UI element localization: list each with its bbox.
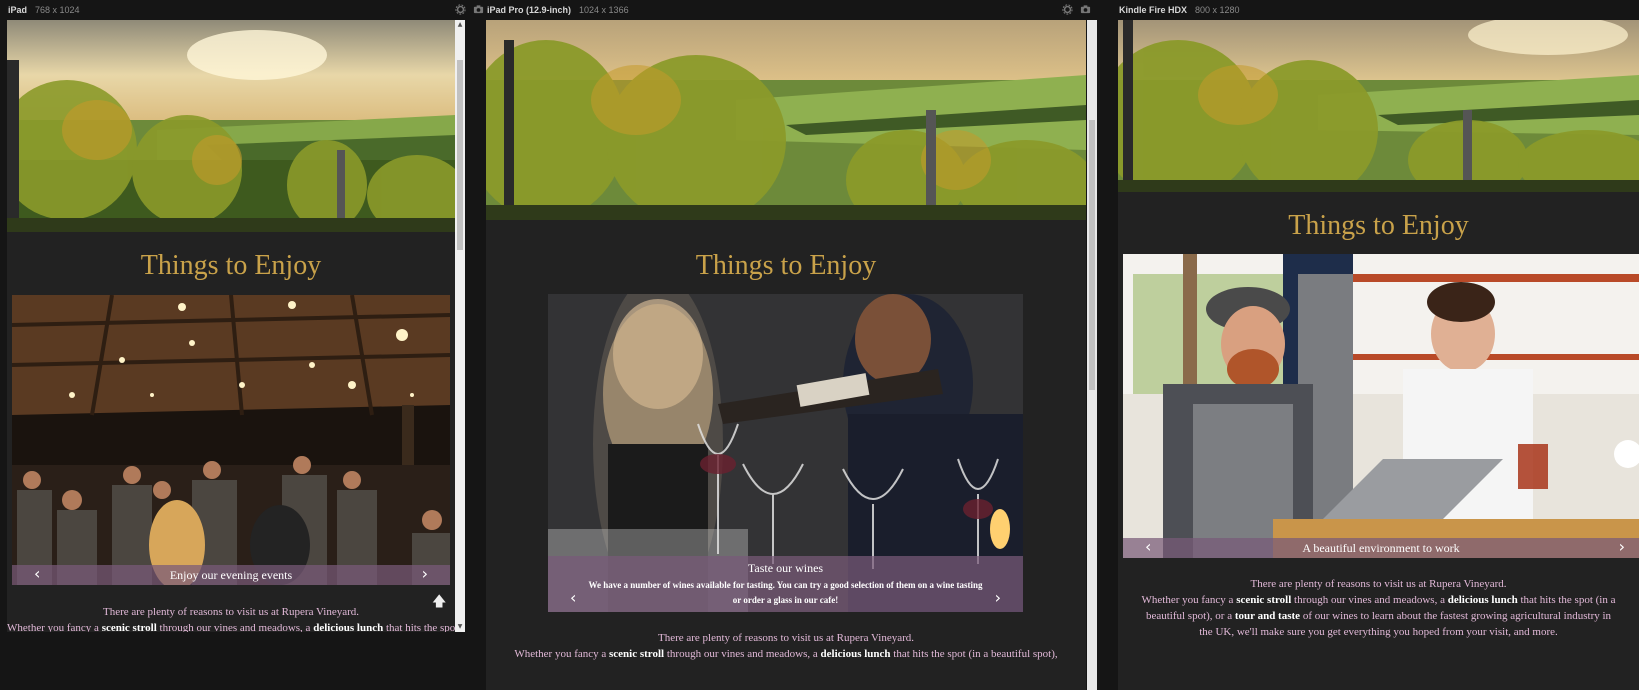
intro-details-line: Whether you fancy a scenic stroll throug… [1141,594,1616,606]
device-header-ipad: iPad 768 x 1024 [8,0,484,20]
device-name: iPad [8,5,28,15]
carousel-slide-ipadpro[interactable]: Taste our wines We have a number of wine… [548,294,1023,612]
evening-event-photo [12,295,450,585]
device-name: Kindle Fire HDX [1119,5,1188,15]
carousel-slide-kindle[interactable]: A beautiful environment to work ‹ › [1123,254,1639,558]
intro-line: There are plenty of reasons to visit us … [1250,578,1507,590]
carousel-caption-title: Taste our wines [747,561,824,575]
page-title: Things to Enjoy [140,250,322,281]
ipad-scrollbar[interactable]: ▲ ▼ [455,20,465,632]
carousel-caption-title: A beautiful environment to work [1302,541,1460,555]
device-size: 1024 x 1366 [579,5,629,15]
page-title: Things to Enjoy [695,250,877,281]
carousel-prev-arrow-icon[interactable]: ‹ [34,564,40,583]
intro-line: There are plenty of reasons to visit us … [657,632,915,644]
device-header-kindle: Kindle Fire HDX 800 x 1280 [1119,0,1639,20]
intro-details-line-3: the UK, we'll make sure you get everythi… [1199,626,1558,638]
carousel-caption: Enjoy our evening events [12,565,450,585]
carousel-slide-ipad[interactable]: Enjoy our evening events ‹ › [12,295,450,585]
device-size: 800 x 1280 [1195,5,1240,15]
device-frame-ipadpro: Things to Enjoy Taste our wines We have … [486,20,1086,690]
scroll-down-arrow-icon[interactable]: ▼ [455,622,465,632]
scroll-up-arrow-icon[interactable]: ▲ [455,20,465,30]
carousel-caption-title: Enjoy our evening events [169,568,293,582]
carousel-caption: Taste our wines We have a number of wine… [548,556,1023,612]
carousel-caption: A beautiful environment to work [1123,538,1639,558]
carousel-next-arrow-icon[interactable]: › [422,564,428,583]
scrollbar-thumb[interactable] [457,60,463,250]
settings-gear-icon[interactable] [455,4,466,15]
intro-text-block: There are plenty of reasons to visit us … [7,604,455,632]
hero-vineyard-image [486,20,1086,220]
hero-vineyard-image [1118,20,1639,192]
workplace-photo [1123,254,1639,558]
intro-text-block: There are plenty of reasons to visit us … [1118,576,1639,640]
screenshot-camera-icon[interactable] [473,4,484,15]
hero-vineyard-image [7,20,455,232]
carousel-next-arrow-icon[interactable]: › [1619,537,1625,556]
device-name: iPad Pro (12.9-inch) [487,5,572,15]
device-header-ipadpro: iPad Pro (12.9-inch) 1024 x 1366 [487,0,1095,20]
device-size: 768 x 1024 [35,5,80,15]
device-frame-kindle: Things to Enjoy A beautiful environment … [1118,20,1639,690]
carousel-prev-arrow-icon[interactable]: ‹ [1145,537,1151,556]
intro-text-block: There are plenty of reasons to visit us … [486,630,1086,662]
intro-details-line: Whether you fancy a scenic stroll throug… [514,648,1058,660]
page-title: Things to Enjoy [1288,210,1469,241]
intro-line: There are plenty of reasons to visit us … [102,606,360,618]
ipadpro-scrollbar[interactable] [1087,20,1097,690]
screenshot-camera-icon[interactable] [1080,4,1091,15]
carousel-next-arrow-icon[interactable]: › [995,588,1001,607]
settings-gear-icon[interactable] [1062,4,1073,15]
intro-details-line-2: beautiful spot), or a tour and taste of … [1145,610,1612,622]
intro-details-line: Whether you fancy a scenic stroll throug… [7,622,455,632]
carousel-prev-arrow-icon[interactable]: ‹ [570,588,576,607]
carousel-caption-text: We have a number of wines available for … [588,580,983,605]
scrollbar-thumb[interactable] [1089,120,1095,390]
device-frame-ipad: Things to Enjoy Enjoy our evening events… [7,20,455,632]
